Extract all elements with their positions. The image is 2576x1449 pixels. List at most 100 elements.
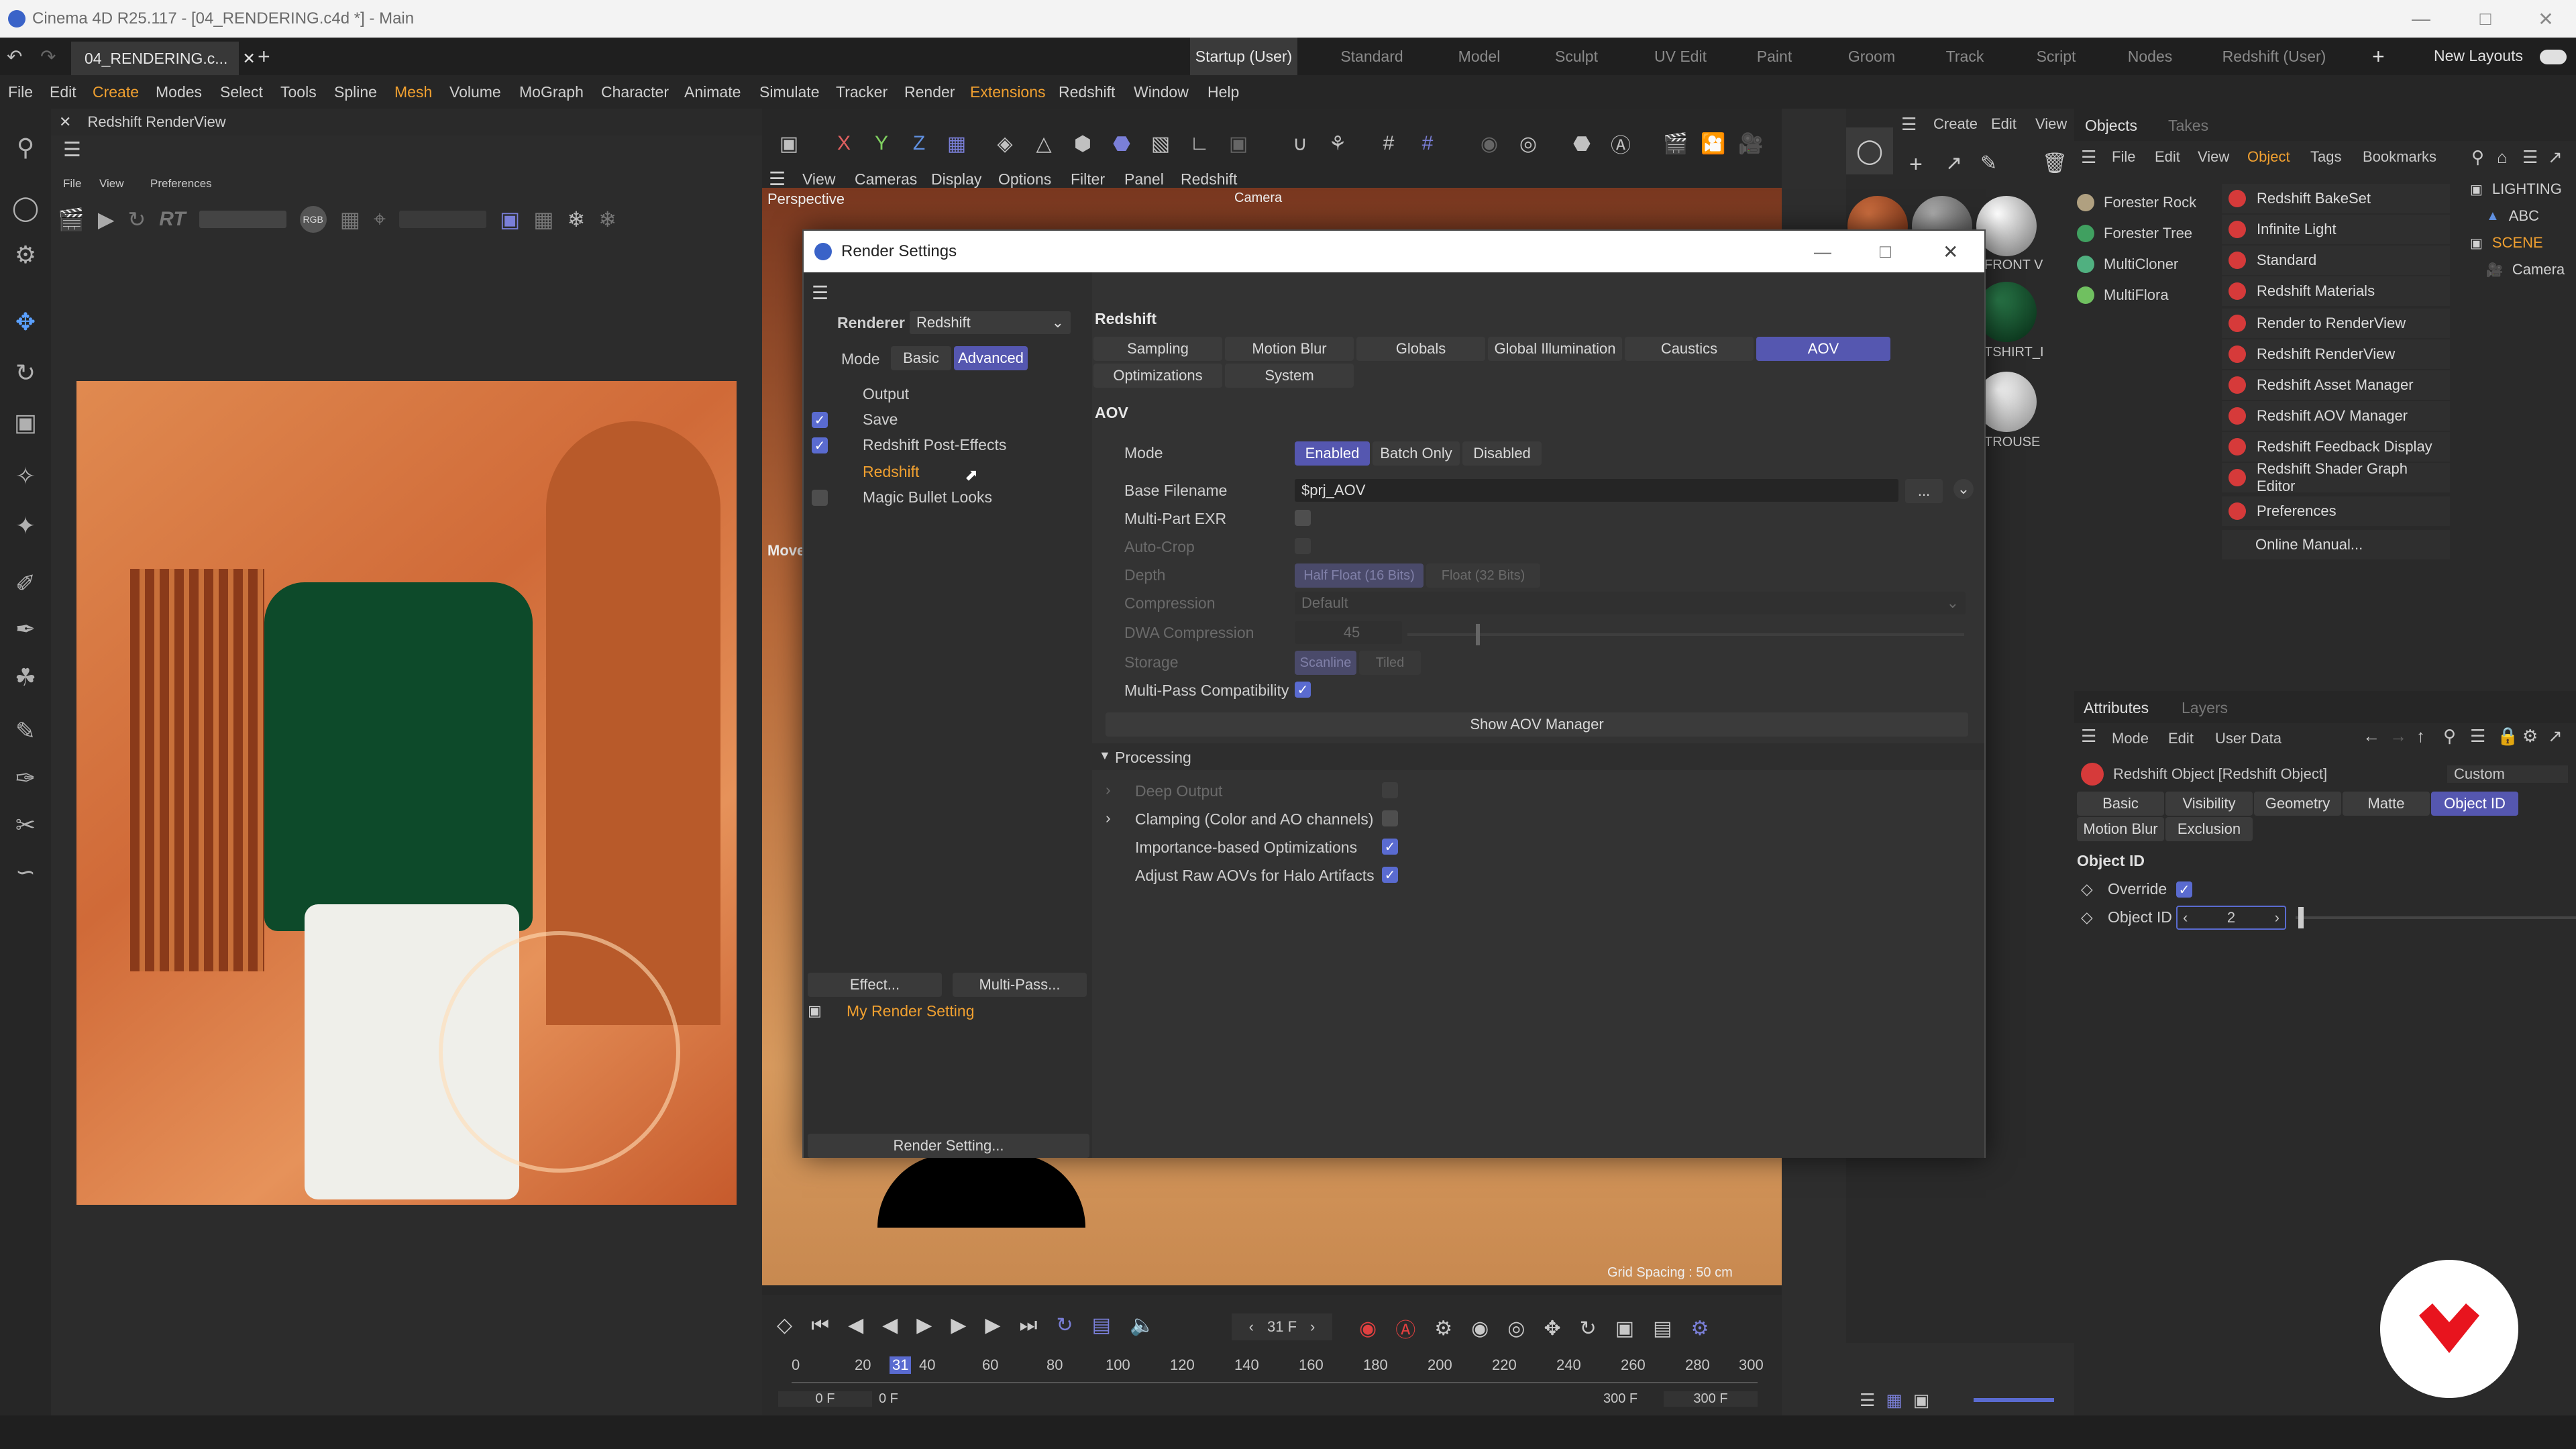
dialog-hamburger-icon[interactable]: ☰ [812,282,828,304]
key-settings-icon[interactable]: ⚙ [1434,1317,1452,1340]
brush-tool-icon[interactable]: ✎ [7,712,44,750]
tab-sampling[interactable]: Sampling [1093,337,1222,361]
tab-global-illumination[interactable]: Global Illumination [1488,337,1622,361]
vp-hamburger-icon[interactable]: ☰ [769,168,786,190]
range-end-field2[interactable]: 300 F [1664,1391,1758,1407]
attr-menu-mode[interactable]: Mode [2112,730,2149,747]
rgb-label[interactable]: RGB [299,206,327,233]
dwa-slider[interactable] [1407,633,1964,636]
channel-dropdown[interactable] [398,211,486,228]
mode-basic-button[interactable]: Basic [891,346,951,370]
keyframe-icon[interactable]: ◇ [777,1313,792,1337]
dialog-minimize-button[interactable]: — [1814,241,1831,262]
pen-tool-icon[interactable]: ✑ [7,759,44,797]
deep-output-checkbox[interactable] [1382,782,1398,798]
menu-mograph[interactable]: MoGraph [519,83,584,101]
menu-item[interactable]: Standard [2222,246,2450,275]
menu-edit[interactable]: Edit [50,83,76,101]
tree-item-redshift[interactable]: Redshift [863,463,919,481]
prev-key-icon[interactable]: ◀ [848,1313,863,1337]
settings-circle-icon[interactable]: ◎ [1513,129,1543,158]
play-icon[interactable]: ▶ [916,1313,932,1337]
region-icon[interactable]: ▣ [500,207,520,232]
scene-tree-item[interactable]: ▣ SCENE [2470,229,2543,256]
scene-tree-item[interactable]: ▲ ABC [2486,203,2539,229]
coord-system-icon[interactable]: ▦ [942,129,971,158]
render-view-icon[interactable]: 🎬 [1661,129,1690,158]
override-checkbox[interactable]: ✓ [2176,881,2192,898]
autocrop-checkbox[interactable] [1295,538,1311,554]
layout-track[interactable]: Track [1921,38,2008,75]
transform-tool-icon[interactable]: ✧ [7,458,44,495]
mode-batch-only-button[interactable]: Batch Only [1373,441,1460,466]
menu-spline[interactable]: Spline [334,83,377,101]
trash-icon[interactable]: 🗑 [2042,152,2068,175]
layout-redshift-user[interactable]: Redshift (User) [2207,38,2341,75]
soft-select-icon[interactable]: ◉ [1474,129,1504,158]
menu-item[interactable]: Redshift Asset Manager [2222,370,2450,400]
snowflake-icon[interactable]: ❄ [567,207,585,232]
render-active-icon[interactable]: 🎦 [1699,129,1728,158]
obj-menu-edit[interactable]: Edit [2155,148,2180,166]
paint-tool-icon[interactable]: ✒ [7,610,44,648]
attr-tab-visibility[interactable]: Visibility [2165,792,2253,816]
render-setting-item[interactable]: My Render Setting [847,1002,974,1020]
text-object-icon[interactable]: Ⓐ [1606,129,1635,158]
range-start-field[interactable]: 0 F [778,1391,872,1407]
knife-tool-icon[interactable]: ✂ [7,806,44,844]
layout-sculpt[interactable]: Sculpt [1529,38,1623,75]
attr-hamburger-icon[interactable]: ☰ [2081,726,2096,747]
motion-settings-icon[interactable]: ◎ [1507,1317,1525,1340]
menu-item[interactable]: Infinite Light [2222,215,2450,244]
attr-menu-edit[interactable]: Edit [2168,730,2194,747]
layout-startup-user[interactable]: Startup (User) [1190,38,1297,75]
live-select-icon[interactable]: ◯ [1846,127,1893,174]
obj-filter-icon[interactable]: ☰ [2522,147,2538,168]
scale-key-icon[interactable]: ▣ [1615,1317,1634,1340]
vp-menu-view[interactable]: View [802,170,835,189]
dialog-maximize-button[interactable]: □ [1880,241,1891,262]
post-effects-checkbox[interactable]: ✓ [812,437,828,453]
goto-start-icon[interactable]: ⏮ [811,1314,829,1337]
menu-tools[interactable]: Tools [280,83,317,101]
attr-filter-icon[interactable]: ☰ [2470,726,2485,747]
rv-menu-preferences[interactable]: Preferences [150,177,212,191]
expand-arrow-icon[interactable]: › [1106,809,1111,827]
crop-icon[interactable]: ⌖ [374,207,386,232]
vp-menu-options[interactable]: Options [998,170,1051,189]
layout-model[interactable]: Model [1429,38,1529,75]
tab-layers[interactable]: Layers [2182,699,2228,717]
minimize-button[interactable]: — [2384,0,2458,38]
layout-standard[interactable]: Standard [1315,38,1429,75]
object-row[interactable]: MultiFlora [2077,282,2169,309]
attr-tab-geometry[interactable]: Geometry [2254,792,2341,816]
tab-motion-blur[interactable]: Motion Blur [1225,337,1354,361]
menu-select[interactable]: Select [220,83,263,101]
slider-handle[interactable] [2298,907,2304,928]
menu-help[interactable]: Help [1208,83,1239,101]
obj-hamburger-icon[interactable]: ☰ [2081,147,2096,168]
loop-icon[interactable]: ↻ [1056,1313,1073,1337]
menu-item[interactable]: Redshift Materials [2222,276,2450,306]
obj-home-icon[interactable]: ⌂ [2497,147,2508,168]
zoom-slider[interactable] [1974,1398,2054,1402]
storage-scanline-button[interactable]: Scanline [1295,651,1356,675]
close-tab-icon[interactable]: ✕ [242,50,255,68]
obj-search-icon[interactable]: ⚲ [2471,147,2484,168]
scene-tree-item[interactable]: 🎥 Camera [2486,256,2565,283]
motion-record-icon[interactable]: ◉ [1471,1317,1489,1340]
next-frame-icon[interactable]: ▶ [951,1313,966,1337]
rv-menu-view[interactable]: View [99,177,124,191]
magnet-icon[interactable]: ∪ [1285,129,1315,158]
sculpt-tool-icon[interactable]: ☘ [7,659,44,696]
add-layout-icon[interactable]: + [2372,44,2385,69]
menu-render[interactable]: Render [904,83,955,101]
mat-menu-edit[interactable]: Edit [1991,115,2017,133]
menu-item[interactable]: Render to RenderView [2222,309,2450,338]
menu-volume[interactable]: Volume [449,83,501,101]
lasso-tool-icon[interactable]: ✐ [7,565,44,602]
scene-tree-item[interactable]: ▣ LIGHTING [2470,176,2562,203]
menu-simulate[interactable]: Simulate [759,83,819,101]
mode-enabled-button[interactable]: Enabled [1295,441,1370,466]
frame-dec-icon[interactable]: ‹ [1249,1318,1254,1336]
